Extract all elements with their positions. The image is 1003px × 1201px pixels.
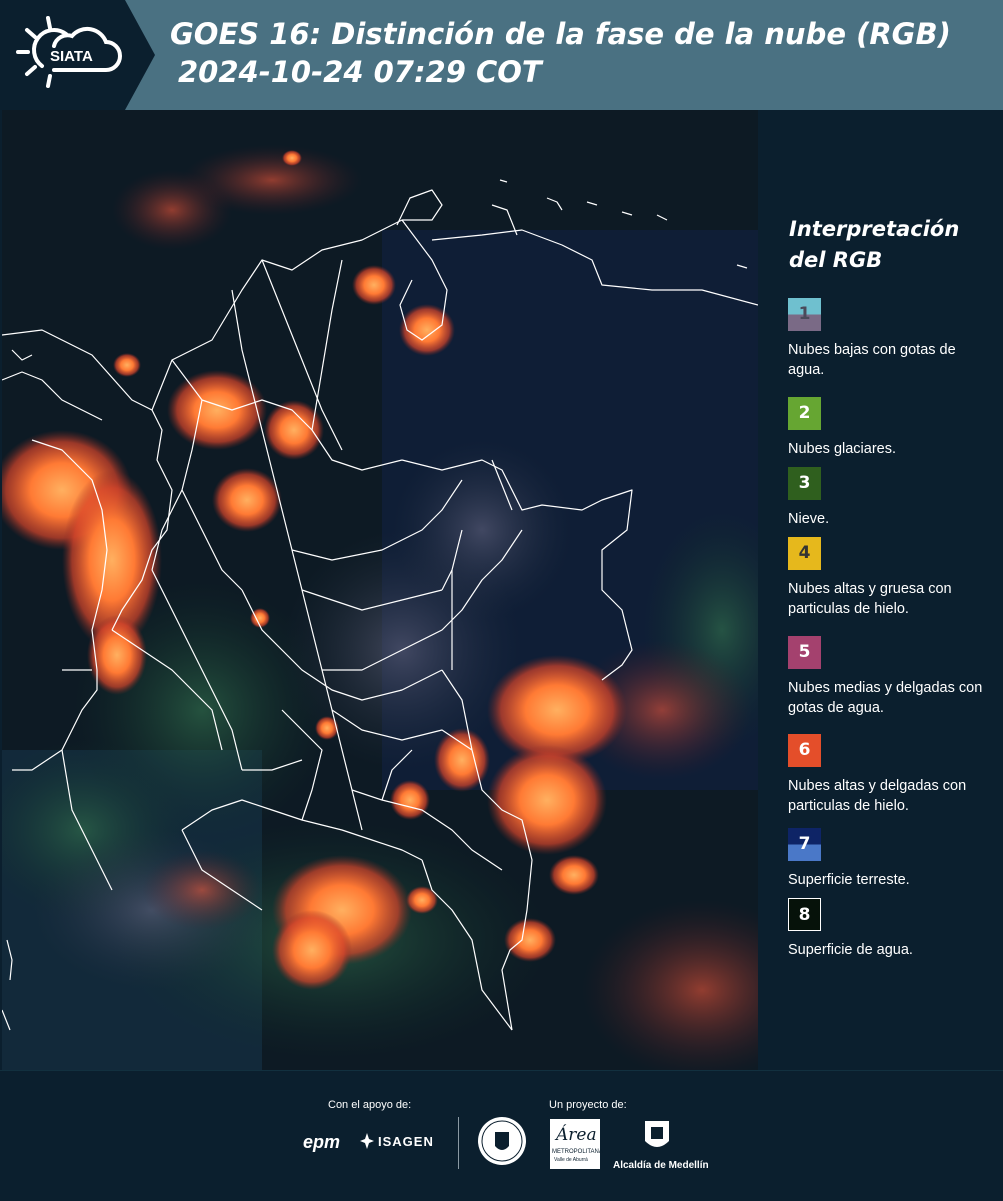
legend-panel: Interpretación del RGB 1 Nubes bajas con … — [762, 110, 1003, 1070]
page-timestamp: 2024-10-24 07:29 COT — [178, 55, 542, 89]
logo-text: SIATA — [50, 48, 93, 65]
legend-item-7: 7 Superficie terreste. — [788, 828, 988, 890]
epm-logo: epm — [303, 1132, 341, 1152]
legend-item-1: 1 Nubes bajas con gotas de agua. — [788, 298, 988, 380]
legend-title: Interpretación del RGB — [789, 214, 959, 276]
legend-label: Superficie de agua. — [788, 942, 913, 958]
legend-title-line1: Interpretación — [789, 217, 960, 241]
satellite-map — [2, 110, 758, 1070]
sun-cloud-icon: SIATA — [16, 16, 122, 88]
project-label: Un proyecto de: — [549, 1099, 627, 1111]
isagen-logo: ISAGEN — [378, 1134, 434, 1149]
legend-swatch-3: 3 — [788, 467, 821, 500]
legend-number: 4 — [798, 543, 811, 563]
legend-swatch-6: 6 — [788, 734, 821, 767]
legend-label: Nubes glaciares. — [788, 441, 896, 457]
page-title: GOES 16: Distinción de la fase de la nub… — [170, 17, 951, 51]
legend-item-8: 8 Superficie de agua. — [788, 898, 988, 960]
legend-number: 7 — [798, 834, 811, 854]
support-label: Con el apoyo de: — [328, 1099, 412, 1111]
alcaldia-shield-icon — [643, 1119, 671, 1155]
siata-logo: SIATA — [0, 0, 125, 110]
header-bar: SIATA GOES 16: Distinción de la fase de … — [0, 0, 1003, 110]
legend-swatch-4: 4 — [788, 537, 821, 570]
rgb-satellite-image — [2, 110, 758, 1070]
legend-number: 5 — [798, 642, 811, 662]
legend-title-line2: del RGB — [789, 248, 883, 272]
legend-number: 1 — [798, 304, 811, 324]
legend-label: Nubes altas y gruesa con particulas de h… — [788, 581, 952, 617]
isagen-logo-icon — [360, 1133, 374, 1149]
legend-swatch-5: 5 — [788, 636, 821, 669]
area-sub-text: METROPOLITANA — [552, 1149, 603, 1155]
legend-item-5: 5 Nubes medias y delgadas con gotas de ag… — [788, 636, 988, 718]
alcaldia-logo-text: Alcaldía de Medellín — [613, 1160, 709, 1171]
legend-number: 8 — [798, 905, 811, 925]
legend-item-4: 4 Nubes altas y gruesa con particulas de … — [788, 537, 988, 619]
legend-swatch-7: 7 — [788, 828, 821, 861]
legend-label: Nubes bajas con gotas de agua. — [788, 342, 956, 378]
medellin-seal-icon — [477, 1116, 527, 1166]
logo-chevron — [125, 0, 155, 110]
area-metropolitana-logo: Área METROPOLITANA Valle de Aburrá — [550, 1119, 603, 1169]
legend-label: Nubes altas y delgadas con particulas de… — [788, 778, 967, 814]
footer: Con el apoyo de: Un proyecto de: epm ISA… — [0, 1070, 1003, 1201]
legend-swatch-8: 8 — [788, 898, 821, 931]
legend-label: Nieve. — [788, 511, 830, 527]
legend-label: Superficie terreste. — [788, 872, 910, 888]
footer-divider — [458, 1117, 459, 1169]
legend-number: 3 — [798, 473, 811, 493]
legend-swatch-2: 2 — [788, 397, 821, 430]
legend-item-3: 3 Nieve. — [788, 467, 988, 529]
legend-number: 2 — [798, 403, 811, 423]
area-logo-text: Área — [556, 1125, 597, 1145]
area-sub-text2: Valle de Aburrá — [554, 1157, 588, 1163]
legend-item-6: 6 Nubes altas y delgadas con particulas d… — [788, 734, 988, 816]
legend-label: Nubes medias y delgadas con gotas de agu… — [788, 680, 983, 716]
legend-item-2: 2 Nubes glaciares. — [788, 397, 988, 459]
legend-swatch-1: 1 — [788, 298, 821, 331]
legend-number: 6 — [798, 740, 811, 760]
